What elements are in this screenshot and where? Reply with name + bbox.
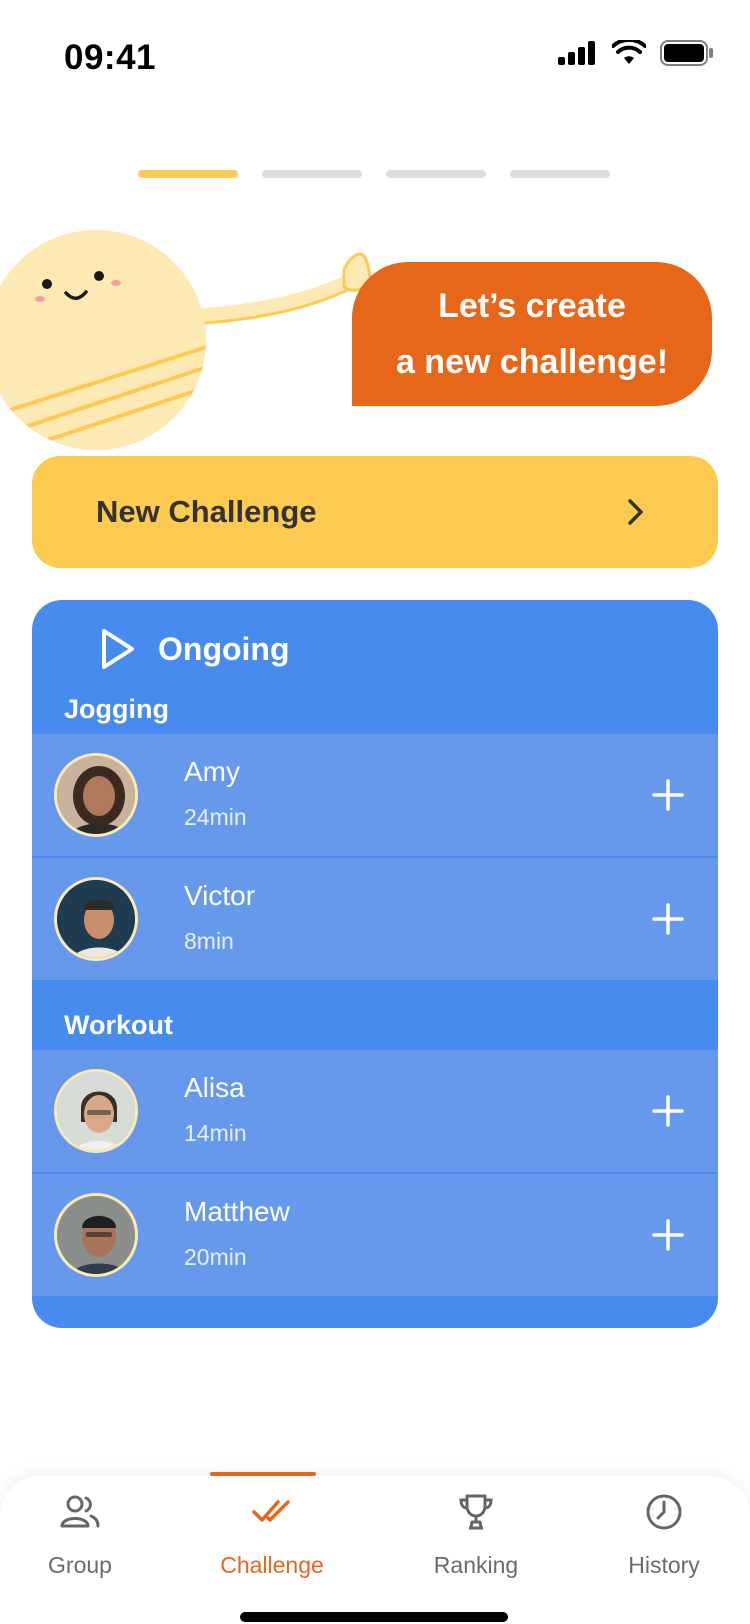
ongoing-title: Ongoing — [158, 630, 290, 667]
double-check-icon — [252, 1500, 290, 1522]
add-icon[interactable] — [648, 899, 688, 939]
pager-segment — [386, 170, 486, 178]
active-tab-indicator — [210, 1472, 316, 1476]
list-item[interactable]: Amy 24min — [32, 734, 718, 856]
chevron-right-icon — [628, 499, 643, 525]
status-icons — [558, 40, 714, 66]
participant-time: 20min — [184, 1244, 247, 1270]
status-time: 09:41 — [64, 38, 157, 77]
participant-time: 8min — [184, 928, 234, 954]
list-item[interactable]: Alisa 14min — [32, 1050, 718, 1172]
tab-history[interactable]: History — [584, 1476, 744, 1596]
tab-label: Challenge — [220, 1552, 324, 1578]
list-item[interactable]: Victor 8min — [32, 858, 718, 980]
tab-ranking[interactable]: Ranking — [396, 1476, 556, 1596]
tab-label: Ranking — [433, 1552, 519, 1578]
group-label-jogging: Jogging — [64, 694, 169, 724]
avatar — [54, 877, 138, 961]
pager-segment-active — [138, 170, 238, 178]
tab-label: History — [628, 1552, 700, 1578]
home-indicator[interactable] — [240, 1612, 508, 1622]
avatar — [54, 1193, 138, 1277]
avatar — [54, 753, 138, 837]
ongoing-card: Ongoing Jogging Amy 24min Victor 8min Wo… — [32, 600, 718, 1328]
clock-icon — [646, 1494, 682, 1530]
cellular-signal-icon — [558, 41, 595, 65]
participant-name: Amy — [184, 756, 240, 787]
add-icon[interactable] — [648, 1215, 688, 1255]
new-challenge-button[interactable]: New Challenge — [32, 456, 718, 568]
group-label-workout: Workout — [64, 1010, 173, 1040]
status-bar: 09:41 — [0, 0, 750, 120]
pager-segment — [510, 170, 610, 178]
new-challenge-label: New Challenge — [96, 494, 317, 529]
participant-name: Alisa — [184, 1072, 245, 1103]
participant-name: Matthew — [184, 1196, 290, 1227]
list-item[interactable]: Matthew 20min — [32, 1174, 718, 1296]
ongoing-header: Ongoing — [100, 624, 290, 674]
trophy-icon — [459, 1494, 493, 1530]
speech-bubble-line-2: a new challenge! — [395, 343, 669, 381]
onboarding-pager — [138, 170, 610, 178]
tab-group[interactable]: Group — [0, 1476, 160, 1596]
users-icon — [60, 1495, 100, 1528]
pager-segment — [262, 170, 362, 178]
tab-challenge[interactable]: Challenge — [192, 1472, 352, 1596]
bottom-tab-bar: Group Challenge Ranking History — [0, 1472, 750, 1624]
avatar — [54, 1069, 138, 1153]
play-icon — [102, 629, 134, 669]
add-icon[interactable] — [648, 1091, 688, 1131]
speech-bubble: Let’s create a new challenge! — [352, 262, 712, 406]
tab-label: Group — [48, 1552, 112, 1578]
participant-name: Victor — [184, 880, 256, 911]
battery-icon — [660, 40, 713, 66]
wifi-icon — [612, 40, 646, 64]
participant-time: 14min — [184, 1120, 247, 1146]
add-icon[interactable] — [648, 775, 688, 815]
mascot-illustration — [0, 230, 375, 450]
speech-bubble-line-1: Let’s create — [438, 287, 626, 325]
participant-time: 24min — [184, 804, 247, 830]
